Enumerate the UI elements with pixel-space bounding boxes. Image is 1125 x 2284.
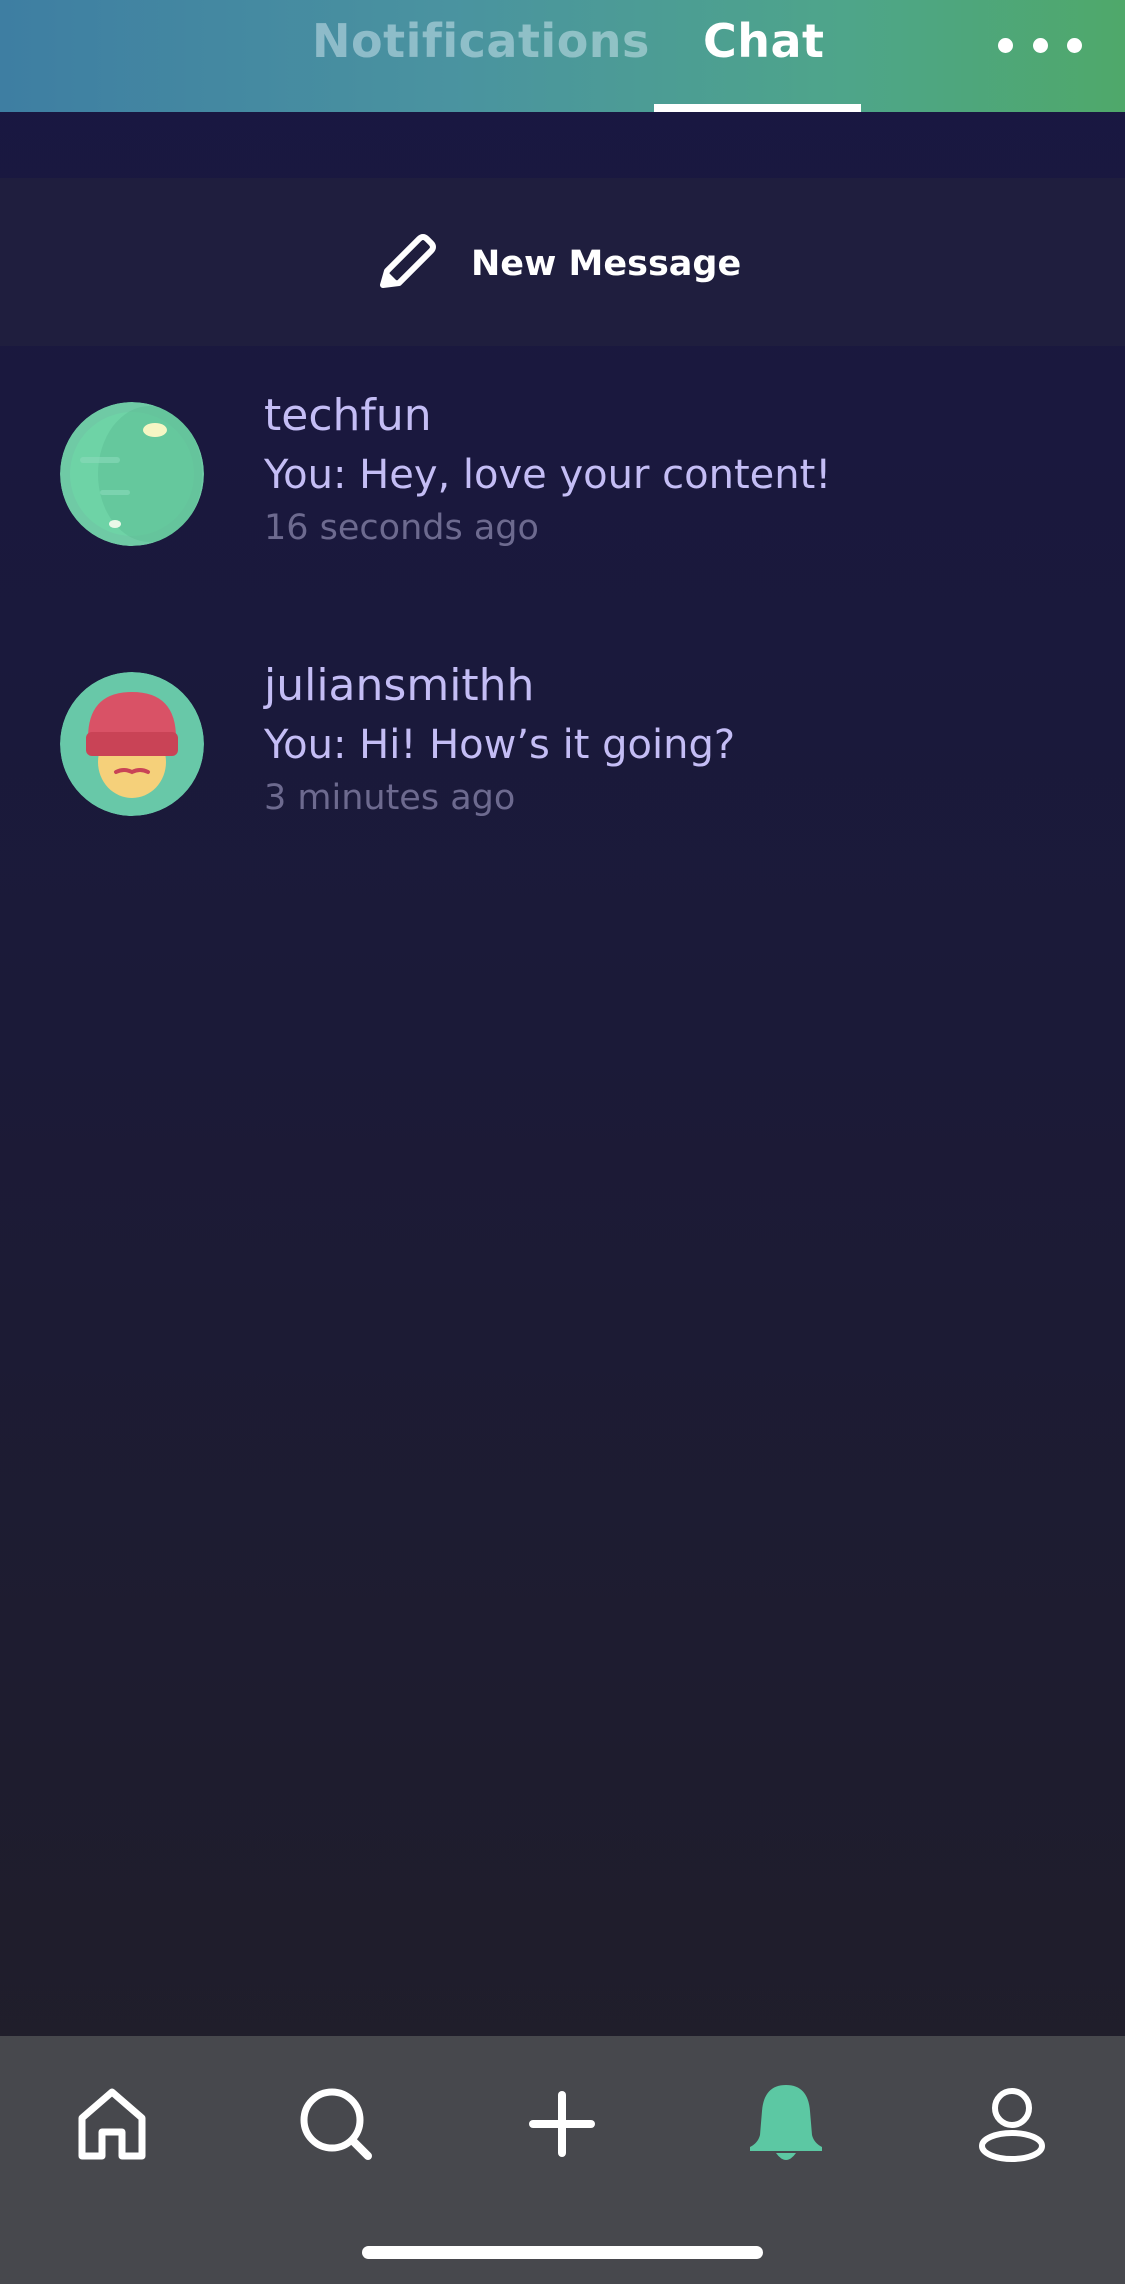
pencil-icon [375, 229, 441, 299]
dot [1067, 37, 1082, 53]
thread-last-message: You: Hey, love your content! [264, 452, 832, 498]
thread-username: juliansmithh [264, 660, 535, 711]
new-message-content: New Message [375, 230, 741, 298]
tab-chat[interactable]: Chat [703, 6, 825, 76]
thread-username: techfun [264, 390, 432, 441]
chat-thread-techfun[interactable]: techfun You: Hey, love your content! 16 … [0, 390, 1125, 592]
avatar [60, 672, 204, 816]
home-icon[interactable] [62, 2074, 162, 2174]
bell-icon[interactable] [736, 2074, 836, 2174]
profile-icon[interactable] [962, 2074, 1062, 2174]
thread-timestamp: 3 minutes ago [264, 778, 516, 818]
thread-timestamp: 16 seconds ago [264, 508, 539, 548]
new-message-label: New Message [471, 244, 742, 284]
plus-icon[interactable] [512, 2074, 612, 2174]
dot [1032, 37, 1048, 53]
tab-notifications[interactable]: Notifications [312, 6, 650, 76]
new-message-button[interactable]: New Message [0, 178, 1125, 346]
avatar [60, 402, 204, 546]
search-icon[interactable] [286, 2074, 386, 2174]
home-indicator[interactable] [362, 2246, 763, 2259]
active-tab-indicator [654, 104, 861, 112]
chat-thread-juliansmithh[interactable]: juliansmithh You: Hi! How’s it going? 3 … [0, 660, 1125, 862]
more-options-icon[interactable] [998, 24, 1082, 66]
dot [998, 37, 1013, 53]
top-header: Notifications Chat [0, 0, 1125, 112]
thread-last-message: You: Hi! How’s it going? [264, 722, 736, 768]
